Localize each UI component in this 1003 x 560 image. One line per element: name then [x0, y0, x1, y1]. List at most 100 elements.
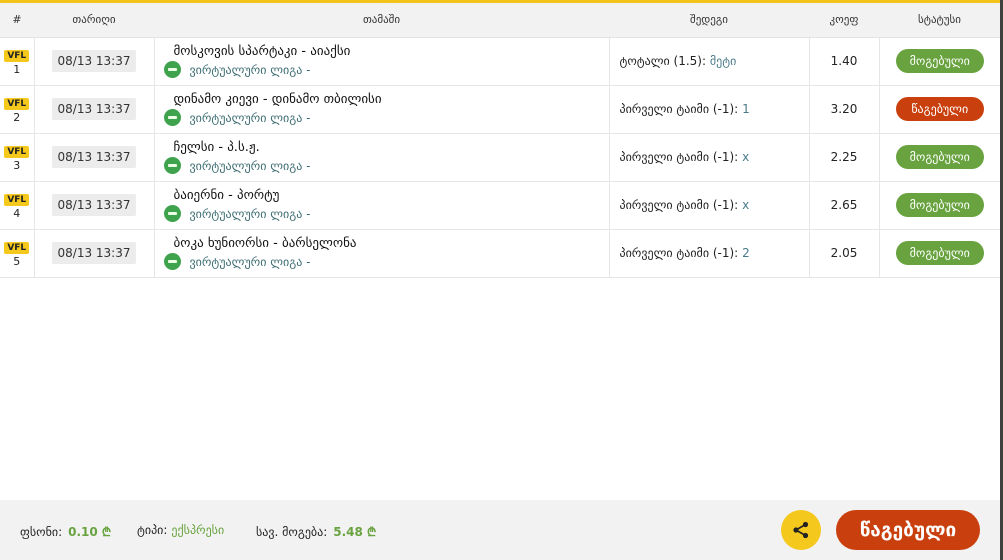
league-logo-icon — [163, 205, 181, 222]
header-odds: კოეფ — [809, 3, 879, 38]
game-title[interactable]: ბოკა ხუნიორსი - ბარსელონა — [174, 236, 609, 251]
stake-label: ფსონი: — [20, 525, 63, 539]
vfl-badge: VFL — [4, 97, 30, 110]
league-line: ვირტუალური ლიგა - — [163, 61, 609, 78]
league-logo-icon — [163, 157, 181, 174]
header-num: # — [0, 3, 34, 38]
selection-value: 2 — [742, 246, 750, 260]
vfl-badge: VFL — [4, 241, 30, 254]
event-date: 08/13 13:37 — [51, 50, 137, 72]
cell-date: 08/13 13:37 — [34, 229, 155, 278]
cell-status: მოგებული — [879, 37, 1000, 86]
cell-num: VFL 4 — [0, 181, 35, 230]
cell-num: VFL 3 — [0, 133, 35, 182]
event-date: 08/13 13:37 — [51, 146, 137, 168]
league-name: ვირტუალური ლიგა - — [189, 62, 311, 77]
vfl-badge: VFL — [4, 193, 30, 206]
cell-selection: პირველი ტაიმი (-1): x — [609, 133, 810, 182]
game-title[interactable]: დინამო კიევი - დინამო თბილისი — [174, 92, 609, 107]
status-badge: მოგებული — [895, 145, 984, 169]
league-line: ვირტუალური ლიგა - — [163, 157, 609, 174]
cell-status: მოგებული — [879, 133, 1000, 182]
cell-game: ჩელსი - პ.ს.ჟ. ვირტუალური ლიგა - — [154, 133, 610, 182]
cell-num: VFL 1 — [0, 37, 35, 86]
cell-odds: 1.40 — [809, 37, 880, 86]
league-name: ვირტუალური ლიგა - — [189, 254, 311, 269]
total-win-summary: სავ. მოგება: 5.48 ₾ — [256, 523, 376, 540]
share-button[interactable] — [781, 510, 821, 550]
selection-value: 1 — [742, 102, 750, 116]
row-number: 4 — [13, 206, 21, 220]
total-win-label: სავ. მოგება: — [256, 525, 328, 539]
cell-selection: პირველი ტაიმი (-1): x — [609, 181, 810, 230]
bets-table: # თარიღი თამაში შედეგი კოეფ სტატუსი VFL … — [0, 3, 1000, 278]
header-game: თამაში — [154, 3, 609, 38]
header-date: თარიღი — [34, 3, 154, 38]
table-row: VFL 3 08/13 13:37 ჩელსი - პ.ს.ჟ. ვირტუალ… — [0, 133, 1000, 182]
cell-selection: პირველი ტაიმი (-1): 2 — [609, 229, 810, 278]
cell-selection: პირველი ტაიმი (-1): 1 — [609, 85, 810, 134]
cell-game: ბაიერნი - პორტუ ვირტუალური ლიგა - — [154, 181, 610, 230]
row-number: 2 — [13, 110, 21, 124]
status-badge: მოგებული — [895, 241, 984, 265]
type-summary: ტიპი: ექსპრესი — [137, 523, 224, 537]
league-line: ვირტუალური ლიგა - — [163, 253, 609, 270]
league-logo-icon — [163, 109, 181, 126]
cell-num: VFL 2 — [0, 85, 35, 134]
selection-value: მეტი — [709, 54, 737, 68]
cell-date: 08/13 13:37 — [34, 133, 155, 182]
league-name: ვირტუალური ლიგა - — [189, 206, 311, 221]
event-date: 08/13 13:37 — [51, 242, 137, 264]
game-title[interactable]: ბაიერნი - პორტუ — [174, 188, 609, 203]
cell-game: მოსკოვის სპარტაკი - აიაქსი ვირტუალური ლი… — [154, 37, 610, 86]
table-header-row: # თარიღი თამაში შედეგი კოეფ სტატუსი — [0, 3, 1000, 38]
total-win-value: 5.48 ₾ — [333, 525, 377, 539]
cell-odds: 3.20 — [809, 85, 880, 134]
cell-status: წაგებული — [879, 85, 1000, 134]
cell-date: 08/13 13:37 — [34, 37, 155, 86]
event-date: 08/13 13:37 — [51, 98, 137, 120]
selection-value: x — [742, 198, 750, 212]
game-title[interactable]: ჩელსი - პ.ს.ჟ. — [174, 140, 609, 155]
stake-summary: ფსონი: 0.10 ₾ — [20, 523, 111, 540]
cell-num: VFL 5 — [0, 229, 35, 278]
status-badge: მოგებული — [895, 193, 984, 217]
selection-label: პირველი ტაიმი (-1): — [619, 198, 739, 212]
vfl-badge: VFL — [4, 49, 30, 62]
header-selection: შედეგი — [609, 3, 809, 38]
cell-game: ბოკა ხუნიორსი - ბარსელონა ვირტუალური ლიგ… — [154, 229, 610, 278]
status-badge: მოგებული — [895, 49, 984, 73]
odds-value: 2.25 — [830, 150, 858, 164]
selection-label: ტოტალი (1.5): — [619, 54, 707, 68]
event-date: 08/13 13:37 — [51, 194, 137, 216]
cell-odds: 2.25 — [809, 133, 880, 182]
game-title[interactable]: მოსკოვის სპარტაკი - აიაქსი — [174, 44, 609, 59]
cell-date: 08/13 13:37 — [34, 85, 155, 134]
status-badge: წაგებული — [895, 97, 984, 121]
odds-value: 2.65 — [830, 198, 858, 212]
table-row: VFL 1 08/13 13:37 მოსკოვის სპარტაკი - აი… — [0, 37, 1000, 86]
odds-value: 2.05 — [830, 246, 858, 260]
share-icon — [793, 521, 809, 539]
league-logo-icon — [163, 253, 181, 270]
league-line: ვირტუალური ლიგა - — [163, 205, 609, 222]
selection-label: პირველი ტაიმი (-1): — [619, 150, 739, 164]
row-number: 1 — [13, 62, 21, 76]
league-logo-icon — [163, 61, 181, 78]
cell-selection: ტოტალი (1.5): მეტი — [609, 37, 810, 86]
type-label: ტიპი: — [137, 523, 168, 537]
cell-date: 08/13 13:37 — [34, 181, 155, 230]
league-name: ვირტუალური ლიგა - — [189, 158, 311, 173]
table-row: VFL 2 08/13 13:37 დინამო კიევი - დინამო … — [0, 85, 1000, 134]
header-status: სტატუსი — [879, 3, 1000, 38]
row-number: 3 — [13, 158, 21, 172]
league-line: ვირტუალური ლიგა - — [163, 109, 609, 126]
selection-label: პირველი ტაიმი (-1): — [619, 246, 739, 260]
selection-label: პირველი ტაიმი (-1): — [619, 102, 739, 116]
cell-game: დინამო კიევი - დინამო თბილისი ვირტუალური… — [154, 85, 610, 134]
overall-status-badge: წაგებული — [836, 510, 980, 550]
cell-odds: 2.05 — [809, 229, 880, 278]
type-value: ექსპრესი — [171, 523, 225, 537]
cell-status: მოგებული — [879, 229, 1000, 278]
stake-value: 0.10 ₾ — [68, 525, 112, 539]
